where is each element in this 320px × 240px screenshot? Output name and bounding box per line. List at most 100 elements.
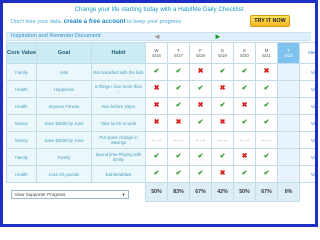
checkin-cell[interactable]: ✖ xyxy=(211,114,234,132)
checkin-cell[interactable]: ✖ xyxy=(233,97,256,115)
today-header: T 5/22 xyxy=(277,42,300,64)
checkmark-icon: ✔ xyxy=(175,102,182,109)
view-habit-link[interactable]: View xyxy=(299,114,315,132)
checkin-cell[interactable]: ✖ xyxy=(211,165,234,183)
checkin-cell[interactable]: ✔ xyxy=(255,80,278,98)
goal-cell: Save $2000 by June xyxy=(36,131,92,149)
checkin-cell[interactable]: ✖ xyxy=(233,148,256,166)
view-habit-link[interactable]: View xyxy=(299,165,315,183)
checkin-cell[interactable]: ✔ xyxy=(167,63,190,81)
view-habit-link[interactable]: View xyxy=(299,97,315,115)
checkmark-icon: ✔ xyxy=(219,68,226,75)
checkin-cell[interactable]: ✔ xyxy=(167,148,190,166)
checkin-cell[interactable]: ✖ xyxy=(189,97,212,115)
checkmark-icon: ✔ xyxy=(263,170,270,177)
checkmark-icon: ✔ xyxy=(241,68,248,75)
percent-cell: 83% xyxy=(167,182,190,202)
day-header: S 5/19 xyxy=(211,42,234,64)
checkin-cell[interactable]: ✔ xyxy=(145,148,168,166)
checkin-cell[interactable]: ✔ xyxy=(233,80,256,98)
view-habit-link[interactable]: View xyxy=(299,131,315,149)
checkin-cell[interactable]: ✖ xyxy=(189,63,212,81)
view-habit-link[interactable]: View xyxy=(299,63,315,81)
day-header: W 5/16 xyxy=(145,42,168,64)
checkin-cell[interactable]: ✔ xyxy=(233,63,256,81)
checkin-cell[interactable]: ✖ xyxy=(211,80,234,98)
checkin-cell[interactable]: ✖ xyxy=(255,63,278,81)
no-entry-dash: -- : -- xyxy=(151,137,162,143)
checkin-cell[interactable]: ✔ xyxy=(167,80,190,98)
checkin-cell[interactable]: -- : -- xyxy=(211,131,234,149)
checkin-cell[interactable]: -- : -- xyxy=(145,131,168,149)
signup-suffix: to keep your progress xyxy=(127,19,182,25)
habit-header: Habit xyxy=(91,42,146,64)
checkin-cell[interactable]: -- : -- xyxy=(189,131,212,149)
checkin-cell[interactable]: ✔ xyxy=(145,165,168,183)
checkin-cell[interactable] xyxy=(277,148,300,166)
checkin-cell[interactable] xyxy=(277,63,300,81)
checkin-cell[interactable]: ✔ xyxy=(255,165,278,183)
goal-cell: Improve Fitness xyxy=(36,97,92,115)
chevron-left-icon[interactable]: ◄ xyxy=(153,32,161,41)
habit-cell: Put spare change in Savings xyxy=(91,131,146,149)
core-value-cell: Family xyxy=(6,63,37,81)
checkin-cell[interactable]: ✔ xyxy=(189,148,212,166)
habit-cell: Take lunch to work xyxy=(91,114,146,132)
view-all-link[interactable]: View All xyxy=(299,42,315,64)
checkin-cell[interactable]: ✖ xyxy=(167,114,190,132)
checkmark-icon: ✔ xyxy=(197,85,204,92)
checkmark-icon: ✔ xyxy=(263,153,270,160)
chevron-right-icon[interactable]: ► xyxy=(214,32,222,41)
checkin-cell[interactable]: ✔ xyxy=(211,97,234,115)
checkmark-icon: ✔ xyxy=(197,119,204,126)
percent-cell: 0% xyxy=(277,182,300,202)
supporter-progress-select[interactable]: View Supporter Progress ▼ xyxy=(10,190,129,199)
checkin-cell[interactable]: -- : -- xyxy=(167,131,190,149)
checkin-cell[interactable]: ✔ xyxy=(233,165,256,183)
table-row: Health Lose 20 pounds Eat Breakfast ✔ ✔ ✔ ✖ ✔ ✔ V… xyxy=(6,165,315,183)
no-entry-dash: -- : -- xyxy=(173,137,184,143)
checkin-cell[interactable]: ✔ xyxy=(145,63,168,81)
checkmark-icon: ✔ xyxy=(175,170,182,177)
percent-cell: 42% xyxy=(211,182,234,202)
try-it-now-button[interactable]: TRY IT NOW xyxy=(250,15,290,27)
checkmark-icon: ✔ xyxy=(153,68,160,75)
checkin-cell[interactable]: -- : -- xyxy=(233,131,256,149)
checkin-cell[interactable] xyxy=(277,80,300,98)
checkin-cell[interactable] xyxy=(277,97,300,115)
checkin-cell[interactable]: ✔ xyxy=(189,165,212,183)
checkin-cell[interactable]: ✖ xyxy=(145,114,168,132)
checkin-cell[interactable]: ✔ xyxy=(189,80,212,98)
view-habit-link[interactable]: View xyxy=(299,80,315,98)
checkin-cell[interactable]: ✔ xyxy=(211,63,234,81)
checkin-cell[interactable]: ✔ xyxy=(167,165,190,183)
checkin-cell[interactable]: ✔ xyxy=(167,97,190,115)
cross-icon: ✖ xyxy=(219,170,226,177)
percent-cell: 50% xyxy=(233,182,256,202)
checkin-cell[interactable]: ✖ xyxy=(145,80,168,98)
checkin-cell[interactable] xyxy=(277,131,300,149)
checkin-cell[interactable]: -- : -- xyxy=(255,131,278,149)
checkin-cell[interactable]: ✔ xyxy=(211,148,234,166)
checkin-cell[interactable]: ✔ xyxy=(255,97,278,115)
core-value-cell: Health xyxy=(6,80,37,98)
page-headline: Change your life starting today with a H… xyxy=(74,6,244,13)
core-value-cell: Money xyxy=(6,131,37,149)
checkmark-icon: ✔ xyxy=(219,153,226,160)
checkmark-icon: ✔ xyxy=(175,68,182,75)
inspiration-document-link[interactable]: Inspiration and Reminder Document xyxy=(11,33,101,39)
checkin-cell[interactable] xyxy=(277,114,300,132)
checkin-cell[interactable] xyxy=(277,165,300,183)
goal-cell: Save $2000 by June xyxy=(36,114,92,132)
percent-cell: 50% xyxy=(145,182,168,202)
checkmark-icon: ✔ xyxy=(263,119,270,126)
table-row: Family Kids Eat breakfast with the kids ✔ ✔ ✖… xyxy=(6,63,315,81)
checkin-cell[interactable]: ✔ xyxy=(255,114,278,132)
checkin-cell[interactable]: ✔ xyxy=(189,114,212,132)
checkin-cell[interactable]: ✔ xyxy=(233,114,256,132)
create-account-link[interactable]: create a free account xyxy=(64,18,126,25)
view-habit-link[interactable]: View xyxy=(299,148,315,166)
checkin-cell[interactable]: ✔ xyxy=(255,148,278,166)
checkin-cell[interactable]: ✖ xyxy=(145,97,168,115)
cross-icon: ✖ xyxy=(153,102,160,109)
